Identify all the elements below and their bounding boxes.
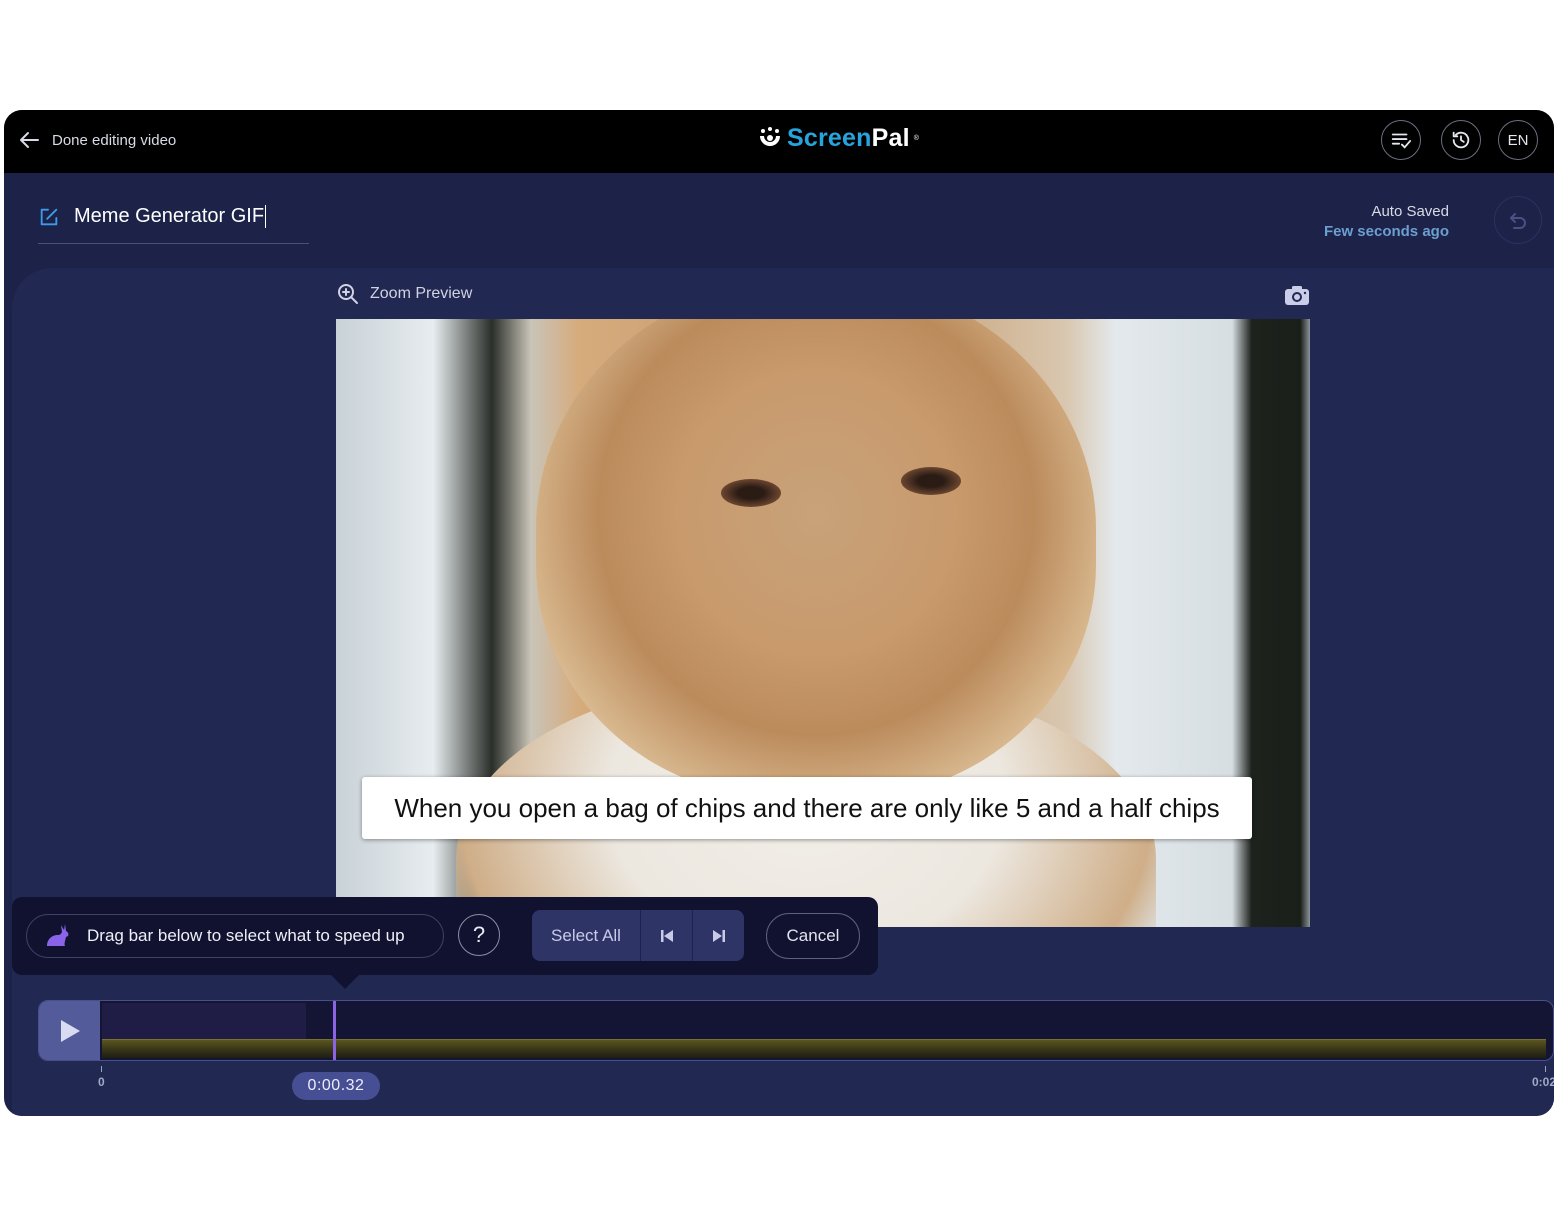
- skip-next-icon: [712, 929, 725, 942]
- autosave-label: Auto Saved: [1371, 203, 1449, 220]
- undo-button[interactable]: [1494, 196, 1542, 244]
- audio-waveform: [102, 1039, 1546, 1058]
- history-button[interactable]: [1441, 120, 1481, 160]
- select-all-button[interactable]: Select All: [532, 910, 640, 961]
- help-button[interactable]: ?: [458, 914, 500, 956]
- timeline-selection[interactable]: [102, 1003, 306, 1039]
- edit-icon: [40, 208, 58, 225]
- cancel-button[interactable]: Cancel: [766, 913, 860, 959]
- video-preview[interactable]: When you open a bag of chips and there a…: [336, 319, 1310, 927]
- help-label: ?: [472, 922, 486, 947]
- project-title-field[interactable]: Meme Generator GIF: [38, 205, 267, 228]
- language-label: EN: [1507, 131, 1529, 149]
- playhead[interactable]: [333, 1001, 337, 1060]
- done-editing-label: Done editing video: [52, 131, 177, 149]
- cat-eye-right: [901, 467, 961, 495]
- screenpal-logo: ScreenPal ®: [757, 124, 919, 153]
- zoom-preview-label: Zoom Preview: [370, 285, 473, 302]
- speed-hint: Drag bar below to select what to speed u…: [26, 914, 444, 958]
- camera-icon[interactable]: [1284, 284, 1310, 306]
- top-bar: Done editing video ScreenPal ® EN: [4, 110, 1554, 173]
- play-button[interactable]: [39, 1001, 100, 1060]
- autosave-time: Few seconds ago: [1323, 223, 1449, 240]
- autosave-status: Auto Saved Few seconds ago: [1324, 202, 1449, 242]
- jump-to-end-button[interactable]: [692, 910, 744, 961]
- meme-caption[interactable]: When you open a bag of chips and there a…: [362, 777, 1252, 839]
- registered-mark: ®: [913, 135, 919, 142]
- selection-button-group: Select All: [532, 910, 744, 961]
- arrow-left-icon: [20, 132, 39, 148]
- screenpal-logo-icon: [760, 126, 780, 146]
- skip-previous-icon: [660, 929, 673, 942]
- zoom-preview-button[interactable]: Zoom Preview: [336, 282, 472, 306]
- checklist-icon: [1391, 133, 1412, 149]
- timeline-end-label: 0:02: [1532, 1075, 1554, 1089]
- speed-hint-text: Drag bar below to select what to speed u…: [87, 926, 405, 945]
- language-button[interactable]: EN: [1498, 120, 1538, 160]
- title-underline: [38, 243, 309, 244]
- cat-eye-left: [721, 479, 781, 507]
- current-time-badge: 0:00.32: [292, 1072, 380, 1100]
- timeline-tick-start: [101, 1066, 102, 1072]
- undo-icon: [1510, 213, 1526, 229]
- timeline-track[interactable]: [38, 1000, 1554, 1061]
- rabbit-icon: [47, 924, 69, 946]
- project-title[interactable]: Meme Generator GIF: [74, 205, 267, 228]
- jump-to-start-button[interactable]: [640, 910, 692, 961]
- zoom-in-icon: [338, 284, 358, 304]
- app-window: Done editing video ScreenPal ® EN Meme G…: [4, 110, 1554, 1116]
- logo-text: ScreenPal: [787, 124, 910, 152]
- timeline-start-label: 0: [98, 1075, 105, 1089]
- play-icon: [60, 1019, 80, 1042]
- toolbar-pointer: [331, 975, 359, 989]
- timeline-tick-end: [1545, 1066, 1546, 1072]
- done-editing-button[interactable]: Done editing video: [18, 128, 176, 152]
- cat-head: [536, 319, 1096, 799]
- speed-up-toolbar: Drag bar below to select what to speed u…: [12, 897, 878, 989]
- history-icon: [1452, 131, 1470, 149]
- checklist-button[interactable]: [1381, 120, 1421, 160]
